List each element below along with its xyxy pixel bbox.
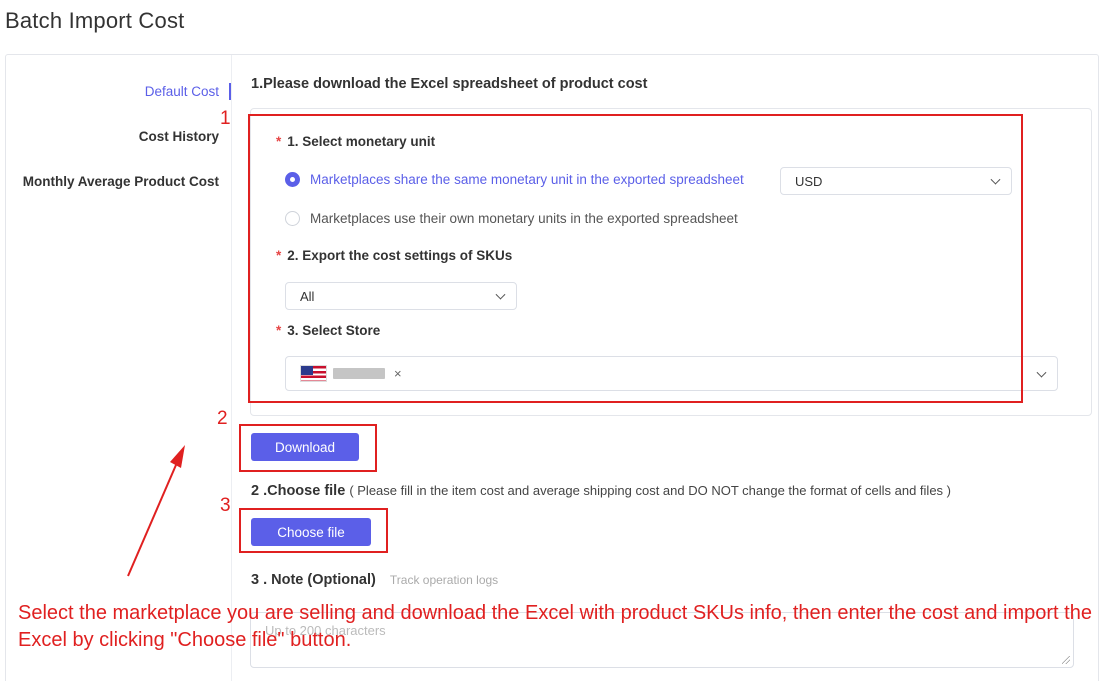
instruction-annotation: Select the marketplace you are selling a… — [18, 602, 1092, 651]
annotation-arrow — [127, 445, 185, 577]
